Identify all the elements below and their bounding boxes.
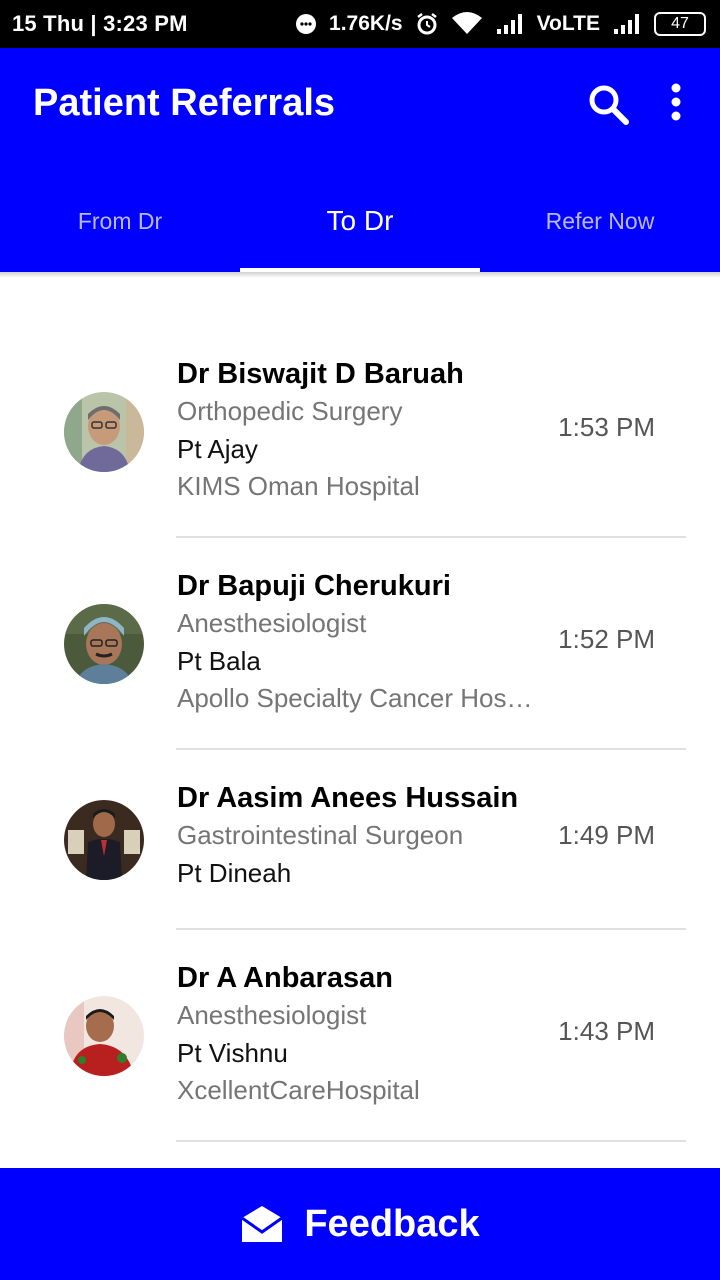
feedback-button[interactable]: Feedback [0,1168,720,1280]
status-bar: 15 Thu | 3:23 PM 1.76K/s VoLTE 47 [0,0,720,48]
list-item[interactable]: Dr Bapuji Cherukuri Anesthesiologist Pt … [0,538,720,750]
referral-time: 1:49 PM [558,820,655,850]
referral-time: 1:53 PM [558,412,655,442]
app-bar: Patient Referrals From Dr To Dr Refer No… [0,48,720,272]
hospital-name: XcellentCareHospital [177,1075,420,1105]
more-vert-icon [671,83,681,121]
patient-name: Pt Vishnu [177,1038,288,1068]
tab-label: Refer Now [545,207,655,234]
doctor-name: Dr Aasim Anees Hussain [177,782,519,814]
divider [176,1140,686,1142]
network-speed: 1.76K/s [329,12,403,35]
patient-name: Pt Dineah [177,858,292,888]
app-bar-shadow [0,272,720,278]
alarm-icon [416,13,437,35]
doctor-specialty: Anesthesiologist [177,1000,367,1030]
referral-info: Dr Biswajit D Baruah Orthopedic Surgery … [177,356,547,504]
list-item[interactable]: Dr Aasim Anees Hussain Gastrointestinal … [0,750,720,930]
doctor-specialty: Anesthesiologist [177,608,367,638]
hospital-name: Apollo Specialty Cancer Hospital [177,683,537,713]
avatar [64,800,144,880]
tab-to-dr[interactable]: To Dr [240,178,480,272]
tab-bar: From Dr To Dr Refer Now [0,178,720,272]
more-options-button[interactable] [660,80,692,128]
battery-indicator: 47 [654,12,706,36]
tab-label: From Dr [77,207,163,234]
tab-label: To Dr [326,205,394,236]
doctor-specialty: Orthopedic Surgery [177,396,403,426]
feedback-label: Feedback [304,1202,480,1245]
referral-info: Dr Bapuji Cherukuri Anesthesiologist Pt … [177,568,547,716]
tab-from-dr[interactable]: From Dr [0,178,240,272]
search-icon [589,85,629,125]
list-item[interactable]: Dr Biswajit D Baruah Orthopedic Surgery … [0,326,720,538]
status-icons: 1.76K/s VoLTE 47 [295,12,706,36]
referral-time: 1:43 PM [558,1016,655,1046]
list-item[interactable]: Dr A Anbarasan Anesthesiologist Pt Vishn… [0,930,720,1142]
doctor-name: Dr Biswajit D Baruah [177,358,464,390]
doctor-name: Dr Bapuji Cherukuri [177,570,451,602]
doctor-specialty: Gastrointestinal Surgeon [177,820,464,850]
referral-info: Dr A Anbarasan Anesthesiologist Pt Vishn… [177,960,547,1108]
search-button[interactable] [584,80,632,128]
network-type: VoLTE [536,12,600,35]
tab-refer-now[interactable]: Refer Now [480,178,720,272]
referral-info: Dr Aasim Anees Hussain Gastrointestinal … [177,780,547,892]
patient-name: Pt Ajay [177,434,258,464]
avatar [64,392,144,472]
patient-name: Pt Bala [177,646,261,676]
hospital-name: KIMS Oman Hospital [177,471,420,501]
status-time: 15 Thu | 3:23 PM [12,11,188,36]
doctor-name: Dr A Anbarasan [177,962,393,994]
page-title: Patient Referrals [33,82,336,124]
envelope-open-icon [241,1206,284,1242]
avatar [64,996,144,1076]
avatar [64,604,144,684]
signal-icon [496,14,522,34]
referral-time: 1:52 PM [558,624,655,654]
wifi-icon [451,12,482,34]
signal-icon-2 [614,14,639,34]
message-icon [296,14,317,34]
